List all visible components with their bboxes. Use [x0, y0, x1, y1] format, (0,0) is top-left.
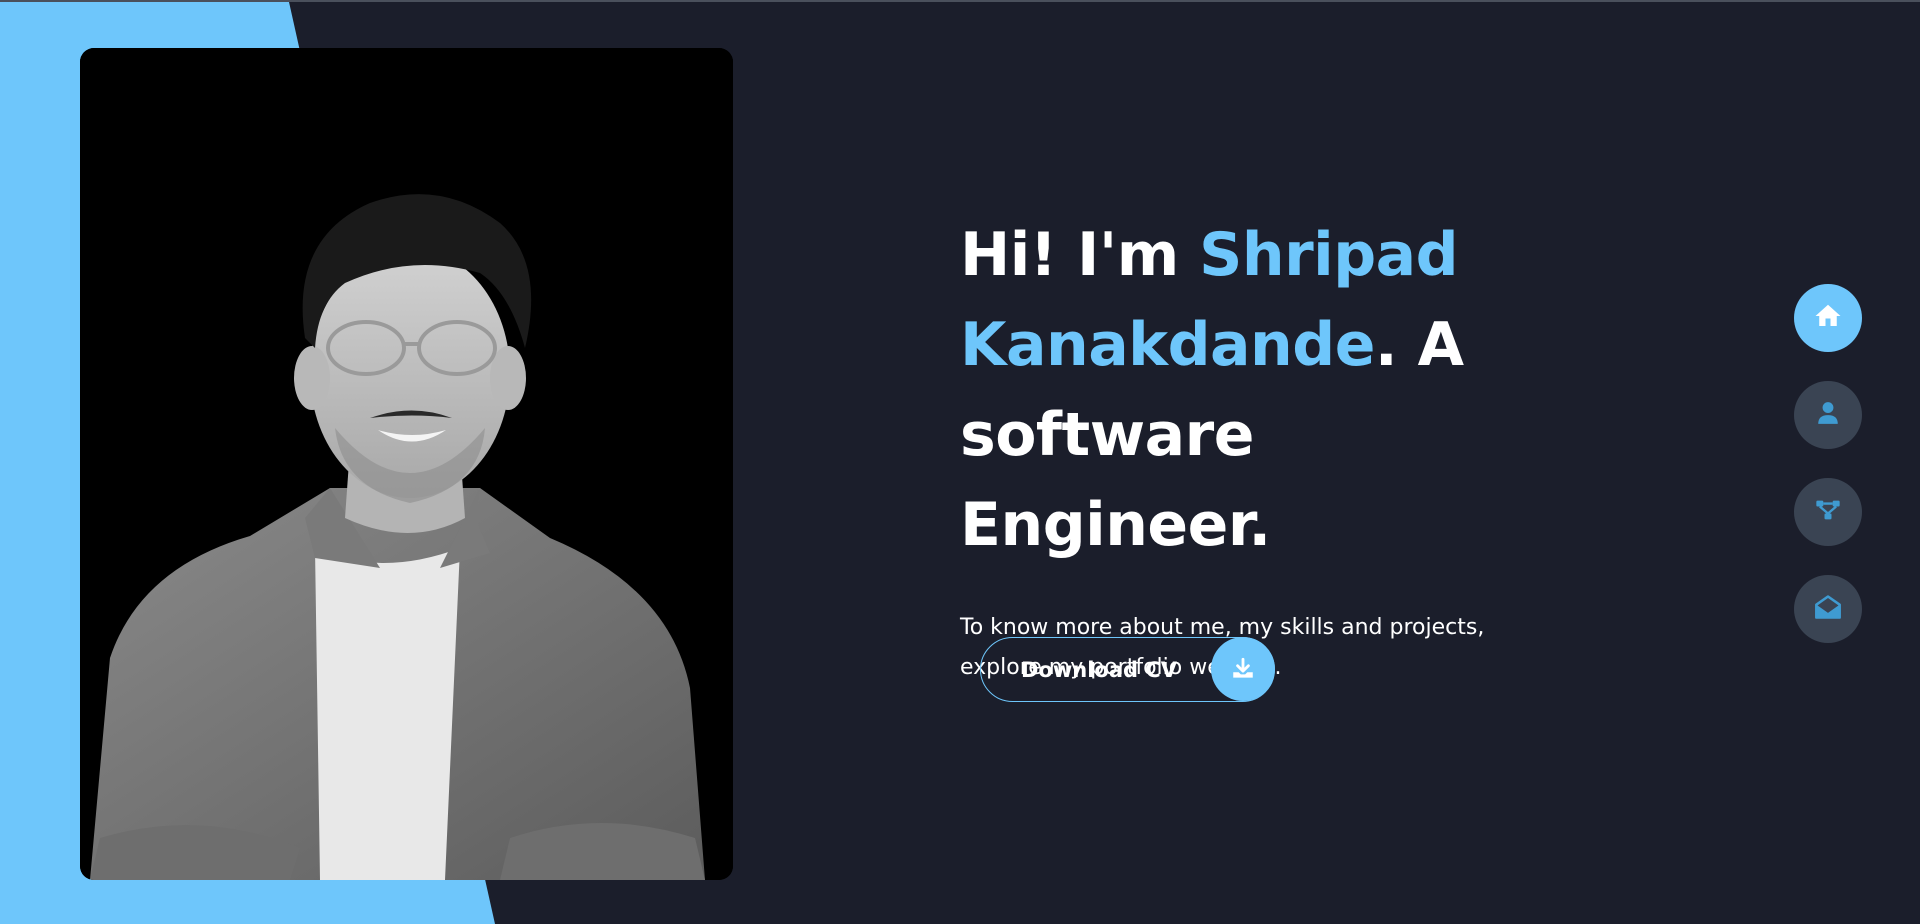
contact-icon — [1814, 593, 1842, 625]
profile-photo — [80, 48, 733, 880]
download-cv-button[interactable]: Download CV — [980, 637, 1275, 702]
nav-home-button[interactable] — [1794, 284, 1862, 352]
user-icon — [1815, 400, 1841, 430]
home-icon — [1813, 301, 1843, 335]
projects-icon — [1814, 496, 1842, 528]
download-cv-label: Download CV — [1021, 657, 1178, 682]
download-icon — [1211, 637, 1275, 701]
nav-contact-button[interactable] — [1794, 575, 1862, 643]
profile-photo-illustration — [80, 48, 733, 880]
hero-greeting: Hi! I'm — [960, 220, 1200, 290]
side-navigation — [1794, 284, 1862, 672]
nav-projects-button[interactable] — [1794, 478, 1862, 546]
nav-about-button[interactable] — [1794, 381, 1862, 449]
hero-title: Hi! I'm Shripad Kanakdande. A software E… — [960, 210, 1580, 570]
hero-section: Hi! I'm Shripad Kanakdande. A software E… — [960, 210, 1580, 688]
